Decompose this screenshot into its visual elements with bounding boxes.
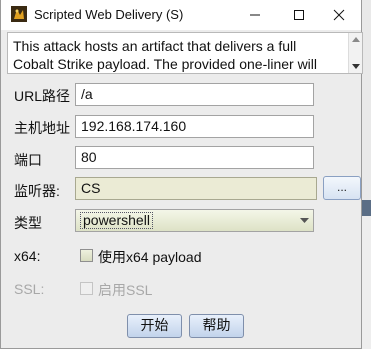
background-window-strip bbox=[362, 0, 371, 200]
ssl-checkbox bbox=[80, 282, 93, 295]
host-label: 主机地址 bbox=[14, 120, 70, 136]
window-title: Scripted Web Delivery (S) bbox=[34, 7, 184, 22]
help-button[interactable]: 帮助 bbox=[189, 314, 244, 338]
maximize-icon bbox=[294, 10, 304, 20]
background-window-titlebar-strip bbox=[362, 200, 371, 216]
type-selected-value: powershell bbox=[80, 212, 153, 229]
listener-browse-button[interactable]: ... bbox=[323, 176, 361, 200]
type-label: 类型 bbox=[14, 215, 42, 231]
url-path-input[interactable]: /a bbox=[75, 83, 314, 106]
scroll-up-icon[interactable] bbox=[352, 36, 360, 42]
host-input[interactable]: 192.168.174.160 bbox=[75, 115, 314, 138]
dropdown-caret[interactable] bbox=[295, 210, 313, 231]
x64-checkbox-label[interactable]: 使用x64 payload bbox=[98, 247, 202, 267]
description-text: This attack hosts an artifact that deliv… bbox=[13, 37, 343, 73]
port-label: 端口 bbox=[14, 152, 42, 168]
ssl-label: SSL: bbox=[14, 281, 45, 297]
description-textarea[interactable]: This attack hosts an artifact that deliv… bbox=[7, 32, 363, 74]
url-path-label: URL路径 bbox=[14, 88, 71, 104]
description-line: This attack hosts an artifact that deliv… bbox=[13, 38, 297, 54]
description-scrollbar[interactable] bbox=[348, 33, 362, 73]
x64-checkbox[interactable] bbox=[80, 249, 93, 262]
ssl-checkbox-label: 启用SSL bbox=[98, 282, 153, 298]
app-icon bbox=[11, 6, 27, 22]
listener-field: CS bbox=[75, 177, 317, 200]
minimize-icon bbox=[250, 14, 260, 16]
close-icon bbox=[333, 9, 345, 21]
description-line: Cobalt Strike payload. The provided one-… bbox=[13, 56, 318, 72]
x64-label: x64: bbox=[14, 248, 41, 264]
port-input[interactable]: 80 bbox=[75, 146, 314, 169]
scroll-down-icon[interactable] bbox=[352, 64, 360, 70]
title-bar[interactable]: Scripted Web Delivery (S) bbox=[1, 0, 361, 30]
type-select[interactable]: powershell bbox=[75, 209, 314, 232]
close-button[interactable] bbox=[321, 0, 357, 30]
listener-label: 监听器: bbox=[14, 183, 60, 199]
dialog-window: Scripted Web Delivery (S) This attack ho… bbox=[0, 0, 363, 349]
maximize-button[interactable] bbox=[281, 0, 317, 30]
background-window-body-strip bbox=[362, 216, 371, 349]
chevron-down-icon bbox=[299, 217, 309, 223]
minimize-button[interactable] bbox=[237, 0, 273, 30]
start-button[interactable]: 开始 bbox=[127, 314, 182, 338]
